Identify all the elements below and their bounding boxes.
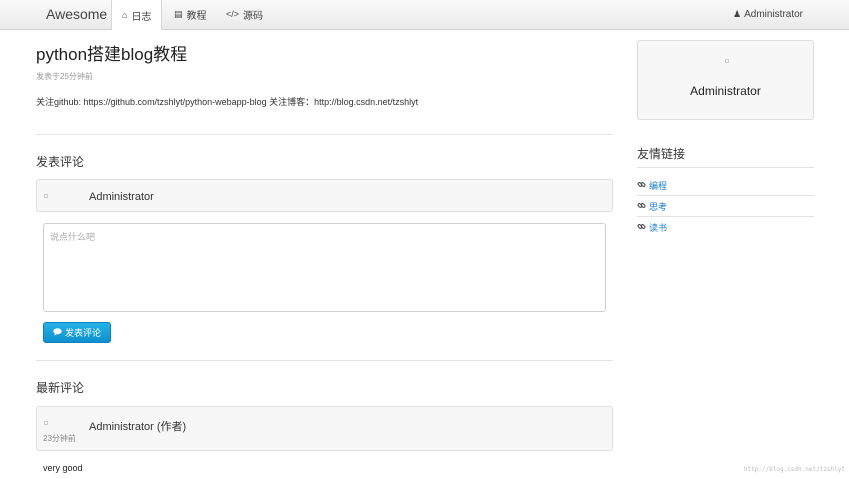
divider bbox=[36, 360, 613, 361]
watermark: http://blog.csdn.net/tzshlyt bbox=[743, 466, 845, 473]
friend-links-title: 友情链接 bbox=[637, 147, 686, 161]
comment-header-panel: Administrator (作者) 23分钟前 bbox=[36, 406, 613, 451]
comment-form-title: 发表评论 bbox=[36, 155, 85, 169]
latest-comments-title: 最新评论 bbox=[36, 381, 85, 395]
friend-link-label: 思考 bbox=[649, 201, 668, 212]
friend-link-thinking[interactable]: 思考 bbox=[637, 199, 667, 213]
divider bbox=[637, 216, 814, 217]
sidebar-user-panel: Administrator bbox=[637, 40, 814, 120]
nav-user-menu[interactable]: ♟ Administrator bbox=[733, 0, 803, 29]
sidebar-user-name: Administrator bbox=[690, 84, 761, 98]
avatar bbox=[44, 194, 48, 198]
comment-input[interactable] bbox=[43, 223, 606, 312]
code-icon: </> bbox=[226, 9, 240, 19]
divider bbox=[637, 195, 814, 196]
friend-link-reading[interactable]: 读书 bbox=[637, 220, 667, 234]
avatar bbox=[44, 421, 48, 425]
comment-author: Administrator (作者) bbox=[89, 421, 187, 433]
comment-time: 23分钟前 bbox=[43, 434, 76, 443]
link-icon bbox=[637, 180, 646, 191]
post-title: python搭建blog教程 bbox=[36, 45, 188, 64]
post-summary: 关注github: https://github.com/tzshlyt/pyt… bbox=[36, 97, 419, 107]
nav-item-tutorial[interactable]: ▤ 教程 bbox=[164, 0, 217, 29]
comment-user-name: Administrator bbox=[89, 191, 154, 203]
comment-text: very good bbox=[43, 463, 83, 473]
nav-item-label: 源码 bbox=[243, 11, 264, 22]
nav-user-label: Administrator bbox=[744, 9, 803, 20]
user-icon: ♟ bbox=[733, 9, 742, 19]
divider bbox=[36, 134, 613, 135]
top-navbar: Awesome ⌂ 日志 ▤ 教程 </> 源码 ♟ Administrator bbox=[0, 0, 849, 30]
nav-item-blog[interactable]: ⌂ 日志 bbox=[111, 0, 163, 30]
home-icon: ⌂ bbox=[122, 9, 128, 20]
submit-comment-label: 发表评论 bbox=[64, 328, 101, 338]
nav-item-source[interactable]: </> 源码 bbox=[216, 0, 273, 29]
submit-comment-button[interactable]: 发表评论 bbox=[43, 322, 111, 343]
friend-link-label: 编程 bbox=[649, 180, 668, 191]
friend-link-label: 读书 bbox=[649, 222, 668, 233]
nav-item-label: 日志 bbox=[131, 11, 152, 23]
comment-user-panel: Administrator bbox=[36, 179, 613, 212]
avatar bbox=[725, 59, 729, 63]
comment-icon bbox=[53, 327, 62, 338]
nav-item-label: 教程 bbox=[186, 11, 207, 22]
link-icon bbox=[637, 222, 646, 233]
book-icon: ▤ bbox=[174, 9, 183, 19]
link-icon bbox=[637, 201, 646, 212]
friend-link-programming[interactable]: 编程 bbox=[637, 178, 667, 192]
post-meta: 发表于25分钟前 bbox=[36, 72, 93, 81]
brand-logo[interactable]: Awesome bbox=[46, 6, 107, 22]
divider bbox=[637, 167, 814, 168]
